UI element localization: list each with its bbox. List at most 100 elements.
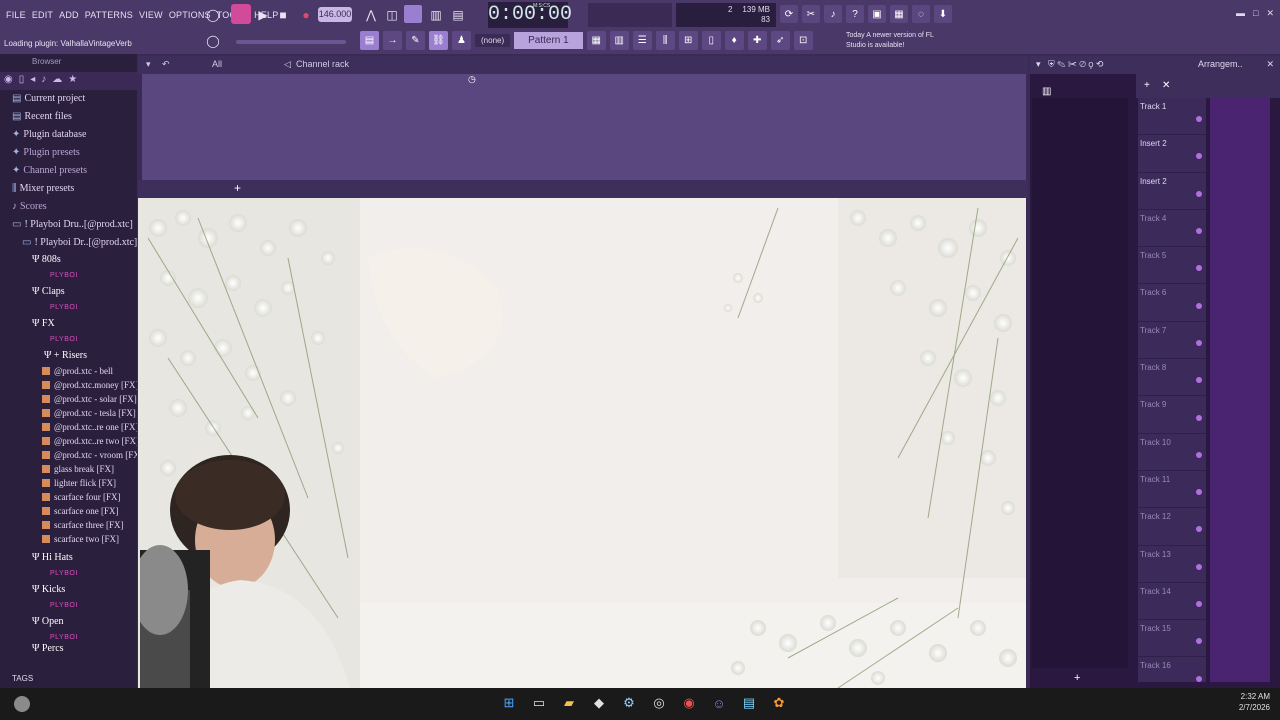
track-enable-dot[interactable] <box>1196 265 1202 272</box>
playlist-icon[interactable]: ▦ <box>586 31 606 50</box>
browser-mixer-presets[interactable]: ⫼ Mixer presets <box>0 180 137 198</box>
browser-files-tab-icon[interactable]: ▯ <box>19 74 25 88</box>
track-header[interactable]: Track 13 <box>1138 546 1206 583</box>
snap-select[interactable]: (none) <box>475 34 511 47</box>
play-icon[interactable]: ▶ <box>254 6 272 24</box>
file-item[interactable]: @prod.xtc.money [FX] <box>0 378 137 392</box>
browser-scores[interactable]: ♪ Scores <box>0 198 137 216</box>
tools-icons[interactable]: ⛨ ✎ ✂ ⊘ ⚲ ⟲ <box>1048 59 1103 70</box>
track-enable-dot[interactable] <box>1196 451 1202 458</box>
channel-rack-body[interactable]: ◷ <box>142 74 1026 180</box>
folder-open[interactable]: Ψ Open <box>0 614 137 630</box>
obs-icon[interactable]: ◎ <box>648 692 670 714</box>
refresh-icon[interactable]: ⟳ <box>780 5 798 23</box>
browser-view-icon[interactable]: ⊞ <box>678 31 698 50</box>
file-item[interactable]: @prod.xtc - tesla [FX] <box>0 406 137 420</box>
plugin-icon[interactable]: ♦ <box>724 31 744 50</box>
track-header[interactable]: Track 7 <box>1138 322 1206 360</box>
file-item[interactable]: glass break [FX] <box>0 462 137 476</box>
master-pitch-slider[interactable] <box>236 40 346 44</box>
browser-sound-icon[interactable]: ♪ <box>41 74 46 88</box>
menu-file[interactable]: FILE <box>6 10 26 20</box>
wait-input-icon[interactable]: ◫ <box>383 6 401 24</box>
menu-patterns[interactable]: PATTERNS <box>85 10 133 20</box>
stamp-icon[interactable]: ♟ <box>452 31 471 50</box>
file-item[interactable]: @prod.xtc - solar [FX] <box>0 392 137 406</box>
close-icon[interactable]: ✕ <box>1266 59 1274 70</box>
mixer-view-icon[interactable]: ⫼ <box>655 31 675 50</box>
folder-808s[interactable]: Ψ 808s <box>0 252 137 268</box>
add-track-icon[interactable]: + <box>1074 672 1080 684</box>
link-icon[interactable]: ⛓ <box>429 31 448 50</box>
mixer-icon[interactable]: ▦ <box>890 5 908 23</box>
fl-studio-icon[interactable]: ✿ <box>768 692 790 714</box>
menu-view[interactable]: VIEW <box>139 10 163 20</box>
chat-icon[interactable]: ◌ <box>912 5 930 23</box>
metronome-icon[interactable]: ⋀ <box>362 6 380 24</box>
browser-kit-subfolder[interactable]: ▭! Playboi Dr..[@prod.xtc] <box>0 234 137 252</box>
notepad-icon[interactable]: ▤ <box>738 692 760 714</box>
track-header[interactable]: Track 8 <box>1138 359 1206 397</box>
undo-icon[interactable]: ↶ <box>162 59 170 70</box>
record-icon[interactable]: ● <box>297 6 315 24</box>
folder-percs[interactable]: Ψ Percs <box>0 641 137 657</box>
track-enable-dot[interactable] <box>1196 377 1202 384</box>
track-header[interactable]: Track 12 <box>1138 508 1206 546</box>
channel-filter[interactable]: All <box>212 59 222 69</box>
stop-icon[interactable]: ■ <box>274 6 292 24</box>
browser-all-tab-icon[interactable]: ◉ <box>4 74 13 88</box>
file-item[interactable]: @prod.xtc..re one [FX] <box>0 420 137 434</box>
file-item[interactable]: lighter flick [FX] <box>0 476 137 490</box>
folder-claps[interactable]: Ψ Claps <box>0 284 137 300</box>
blend-notes-icon[interactable]: ▥ <box>427 6 445 24</box>
track-enable-dot[interactable] <box>1196 601 1202 607</box>
track-enable-dot[interactable] <box>1196 228 1202 235</box>
chrome-icon[interactable]: ◉ <box>678 692 700 714</box>
track-header[interactable]: Track 11 <box>1138 471 1206 509</box>
browser-channel-presets[interactable]: ✦ Channel presets <box>0 162 137 180</box>
track-enable-dot[interactable] <box>1196 526 1202 533</box>
file-item[interactable]: scarface two [FX] <box>0 532 137 546</box>
save-icon[interactable]: ▣ <box>868 5 886 23</box>
file-icon[interactable]: ▯ <box>701 31 721 50</box>
track-enable-dot[interactable] <box>1196 302 1202 309</box>
pat-song-toggle[interactable] <box>231 4 251 24</box>
pattern-selector[interactable]: Pattern 1 <box>514 32 583 49</box>
track-header[interactable]: Insert 2 <box>1138 135 1206 173</box>
folder-fx[interactable]: Ψ FX <box>0 316 137 332</box>
playlist-grid[interactable] <box>1210 98 1270 682</box>
track-header[interactable]: Track 4 <box>1138 210 1206 248</box>
master-volume-knob-icon[interactable]: ◯ <box>204 6 222 24</box>
track-enable-dot[interactable] <box>1196 638 1202 645</box>
browser-back-icon[interactable]: ◂ <box>30 74 35 88</box>
track-header[interactable]: Insert 2 <box>1138 173 1206 210</box>
scissors-icon[interactable]: ✂ <box>802 5 820 23</box>
playlist-view-icon[interactable]: ▤ <box>360 31 379 50</box>
track-header[interactable]: Track 15 <box>1138 620 1206 658</box>
update-notice[interactable]: Today A newer version of FL Studio is av… <box>846 31 938 51</box>
track-enable-dot[interactable] <box>1196 414 1202 421</box>
track-enable-dot[interactable] <box>1196 116 1202 123</box>
system-clock[interactable]: 2:32 AM 2/7/2026 <box>1239 691 1270 713</box>
tuner-icon[interactable]: ✚ <box>747 31 767 50</box>
tags-label[interactable]: TAGS <box>0 670 137 688</box>
file-item[interactable]: @prod.xtc - vroom [FX] <box>0 448 137 462</box>
track-enable-dot[interactable] <box>1196 675 1202 682</box>
folder-risers[interactable]: Ψ + Risers <box>0 348 137 364</box>
loop-record-icon[interactable]: ▤ <box>449 6 467 24</box>
track-header[interactable]: Track 6 <box>1138 284 1206 322</box>
song-time-display[interactable]: 0:00:00 <box>488 2 572 28</box>
file-item[interactable]: scarface one [FX] <box>0 504 137 518</box>
file-item[interactable]: scarface four [FX] <box>0 490 137 504</box>
track-enable-dot[interactable] <box>1196 190 1202 197</box>
browser-cloud-icon[interactable]: ☁ <box>52 74 62 88</box>
piano-roll-icon[interactable]: ▥ <box>609 31 629 50</box>
browser-kit-folder[interactable]: ▭! Playboi Dru..[@prod.xtc] <box>0 216 137 234</box>
add-icon[interactable]: + <box>1144 80 1150 91</box>
windows-start-icon[interactable]: ⊞ <box>498 692 520 714</box>
track-enable-dot[interactable] <box>1196 153 1202 160</box>
track-enable-dot[interactable] <box>1196 563 1202 570</box>
browser-plugin-database[interactable]: ✦ Plugin database <box>0 126 137 144</box>
settings-icon[interactable]: ⚙ <box>618 692 640 714</box>
browser-recent-files[interactable]: ▤ Recent files <box>0 108 137 126</box>
